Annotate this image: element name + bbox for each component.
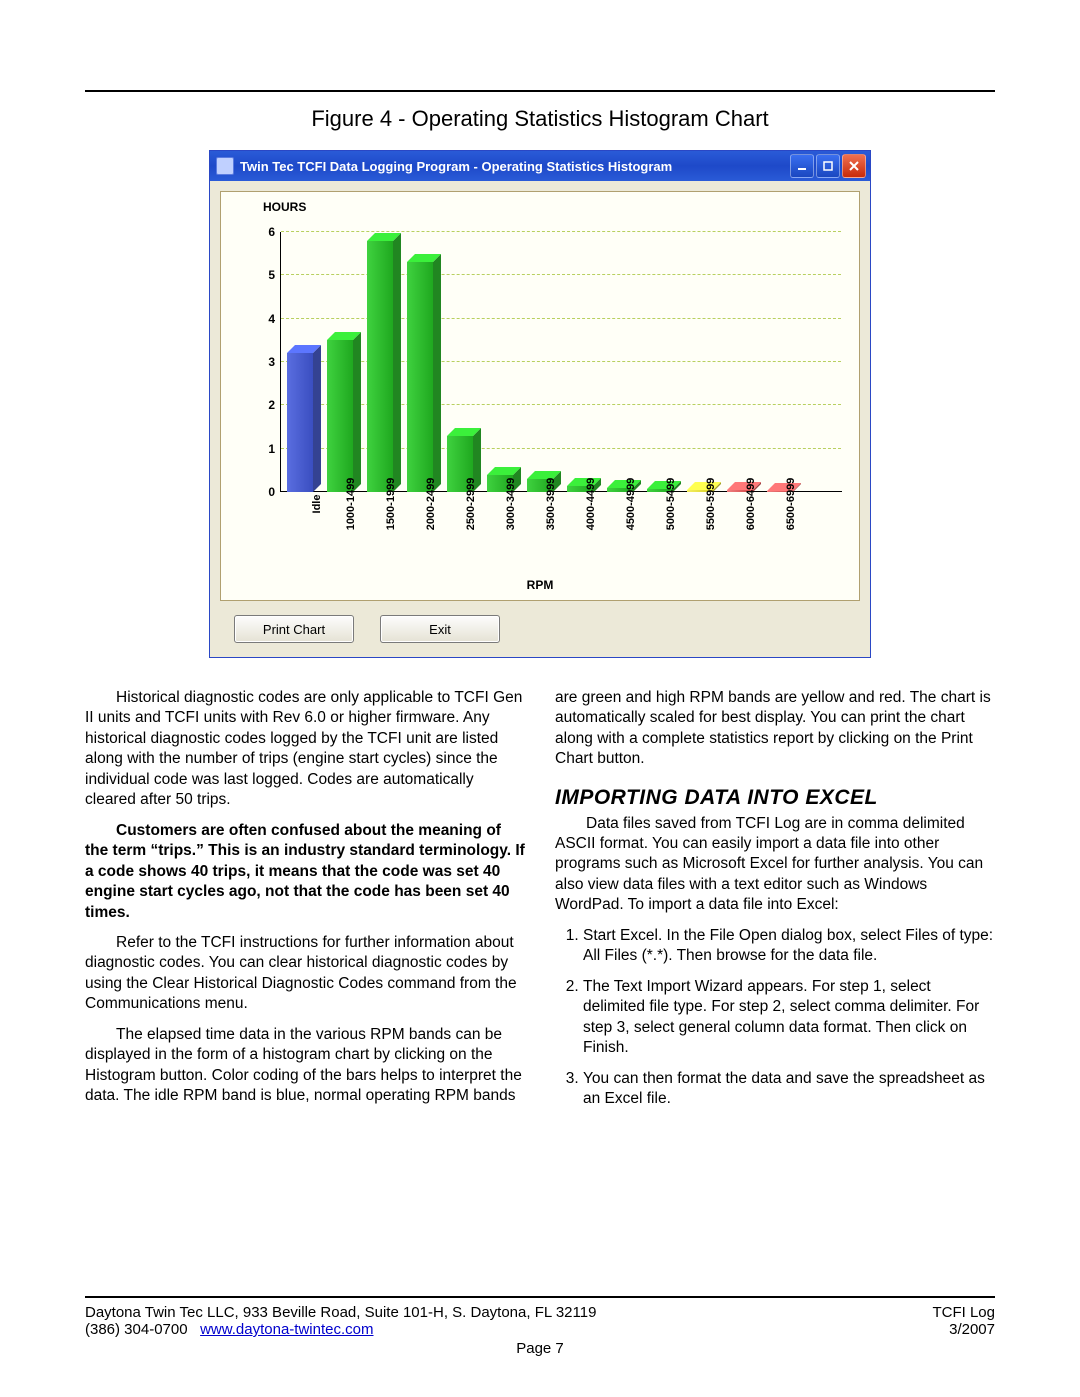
footer-phone: (386) 304-0700 [85,1321,188,1338]
section-heading: IMPORTING DATA INTO EXCEL [555,784,995,812]
x-tick-label: 6500-6999 [785,478,797,531]
x-tick-label: 3000-3499 [505,478,517,531]
paragraph-bold: Customers are often confused about the m… [85,821,525,923]
chart-y-label: HOURS [263,200,306,214]
window-title: Twin Tec TCFI Data Logging Program - Ope… [240,159,790,174]
x-tick-label: 6000-6499 [745,478,757,531]
figure-caption: Figure 4 - Operating Statistics Histogra… [85,106,995,132]
minimize-button[interactable] [790,154,814,178]
paragraph: Data files saved from TCFI Log are in co… [555,814,995,916]
y-tick-label: 1 [268,442,275,456]
list-item: The Text Import Wizard appears. For step… [583,977,995,1059]
x-tick-label: 2000-2499 [425,478,437,531]
x-tick-label: 5500-5999 [705,478,717,531]
x-tick-label: 1500-1999 [385,478,397,531]
paragraph: Historical diagnostic codes are only app… [85,688,525,811]
page-number: Page 7 [85,1340,995,1357]
page-footer: Daytona Twin Tec LLC, 933 Beville Road, … [85,1296,995,1357]
y-tick-label: 3 [268,355,275,369]
x-tick-label: 4000-4499 [585,478,597,531]
footer-date: 3/2007 [932,1321,995,1338]
footer-url[interactable]: www.daytona-twintec.com [200,1321,373,1338]
chart-plot-area: 0123456 [281,232,841,492]
chart-bar [327,340,353,492]
histogram-window: Twin Tec TCFI Data Logging Program - Ope… [209,150,871,658]
footer-doc-name: TCFI Log [932,1304,995,1321]
maximize-button[interactable] [816,154,840,178]
page-top-rule [85,90,995,92]
window-titlebar[interactable]: Twin Tec TCFI Data Logging Program - Ope… [210,151,870,181]
body-text: Historical diagnostic codes are only app… [85,688,995,1113]
chart-bar [287,353,313,492]
exit-button[interactable]: Exit [380,615,500,643]
y-tick-label: 6 [268,225,275,239]
x-tick-label: 1000-1499 [345,478,357,531]
list-item: You can then format the data and save th… [583,1069,995,1110]
x-tick-label: 5000-5499 [665,478,677,531]
chart-bar [407,262,433,492]
x-tick-label: Idle [311,495,323,514]
footer-rule [85,1296,995,1298]
y-tick-label: 4 [268,312,275,326]
chart-bar [367,241,393,492]
print-chart-button[interactable]: Print Chart [234,615,354,643]
paragraph: Refer to the TCFI instructions for furth… [85,933,525,1015]
histogram-chart: HOURS 0123456 Idle1000-14991500-19992000… [220,191,860,601]
y-tick-label: 0 [268,485,275,499]
x-tick-label: 2500-2999 [465,478,477,531]
app-icon [216,157,234,175]
y-tick-label: 2 [268,398,275,412]
footer-address: Daytona Twin Tec LLC, 933 Beville Road, … [85,1304,596,1321]
list-item: Start Excel. In the File Open dialog box… [583,926,995,967]
x-tick-label: 4500-4999 [625,478,637,531]
y-tick-label: 5 [268,268,275,282]
chart-x-label: RPM [221,578,859,592]
x-tick-label: 3500-3999 [545,478,557,531]
close-button[interactable] [842,154,866,178]
